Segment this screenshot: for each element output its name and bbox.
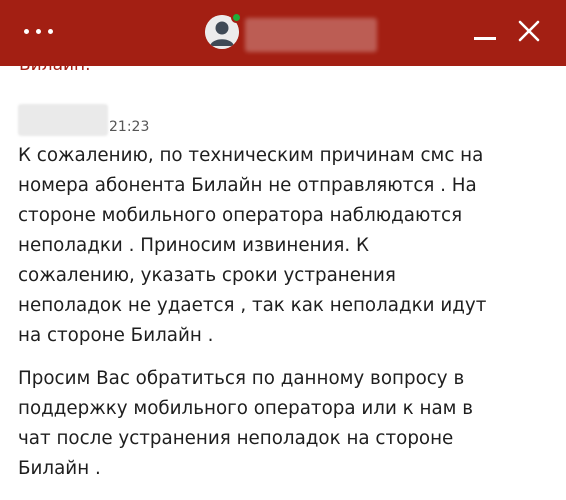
message-line: номера абонента Билайн не отправляются .…: [18, 175, 477, 196]
message-line: сожалению, указать сроки устранения: [18, 265, 396, 286]
menu-dot-icon: [24, 28, 29, 34]
message-body: К сожалению, по техническим причинам смс…: [18, 141, 554, 484]
online-status-dot: [231, 12, 242, 23]
chat-window: Билайн. 21:23 К сожалению, по технически…: [0, 0, 566, 500]
message-line: чат после устранения неполадок на сторон…: [18, 428, 454, 449]
message-line: поддержку мобильного оператора или к нам…: [18, 398, 474, 419]
message-line: К сожалению, по техническим причинам смс…: [18, 145, 484, 166]
close-button[interactable]: [516, 18, 542, 44]
message-line: неполадки . Приносим извинения. К: [18, 235, 370, 256]
redacted-sender-name: [18, 104, 108, 136]
message-timestamp: 21:23: [109, 119, 150, 135]
message-paragraph: К сожалению, по техническим причинам смс…: [18, 141, 554, 351]
message-paragraph: Просим Вас обратиться по данному вопросу…: [18, 364, 554, 484]
previous-message-text: Билайн.: [19, 62, 91, 75]
message-line: Билайн .: [18, 458, 101, 479]
previous-message-fragment: Билайн.: [19, 62, 219, 76]
message-line: стороне мобильного оператора наблюдаются: [18, 205, 463, 226]
message-line: Просим Вас обратиться по данному вопросу…: [18, 368, 465, 389]
redacted-contact-name: [245, 18, 377, 52]
menu-dot-icon: [48, 28, 53, 34]
minimize-button[interactable]: [470, 20, 500, 44]
close-icon: [518, 20, 540, 42]
message-line: на стороне Билайн .: [18, 325, 214, 346]
more-menu-button[interactable]: [24, 22, 68, 40]
message-line: неполадок не удается , так как неполадки…: [18, 295, 487, 316]
chat-header: [0, 0, 566, 66]
menu-dot-icon: [36, 28, 41, 34]
